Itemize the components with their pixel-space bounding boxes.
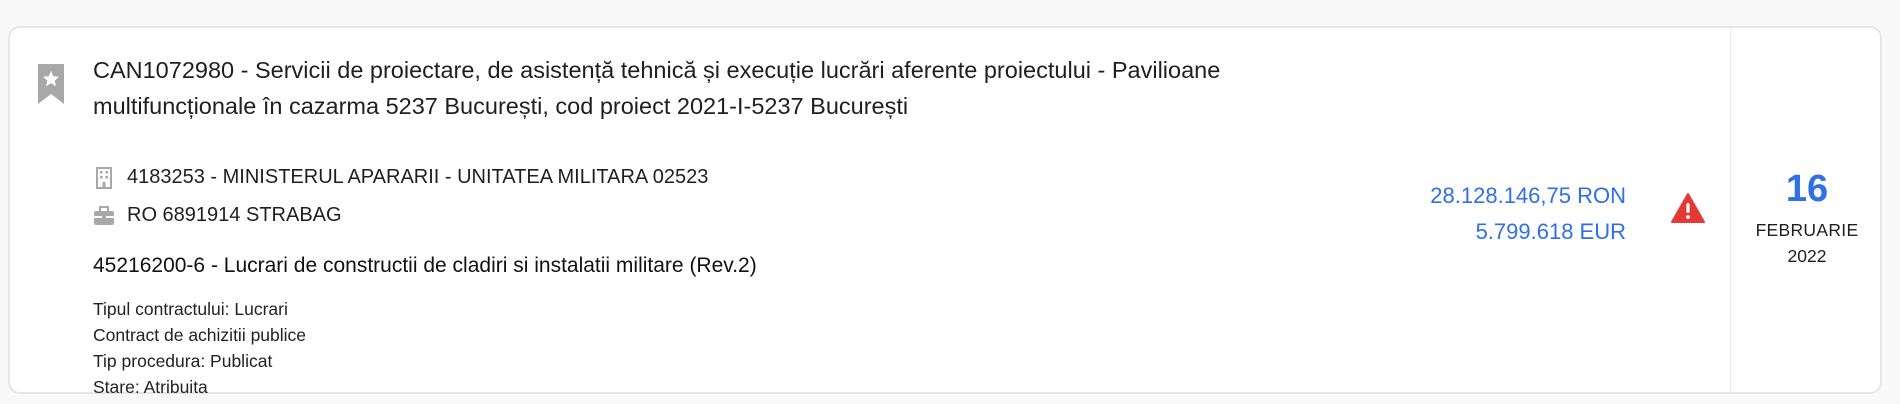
warning-triangle-icon[interactable] xyxy=(1670,192,1706,224)
supplier-name: RO 6891914 STRABAG xyxy=(127,204,342,226)
notice-status: Stare: Atribuita xyxy=(93,377,208,397)
briefcase-icon xyxy=(94,205,114,225)
notice-date: 16 FEBRUARIE 2022 xyxy=(1730,28,1883,392)
notice-title[interactable]: CAN1072980 - Servicii de proiectare, de … xyxy=(93,52,1383,124)
amount-ron: 28.128.146,75 RON xyxy=(1430,183,1626,208)
contract-type: Tipul contractului: Lucrari xyxy=(93,299,288,319)
building-icon xyxy=(96,166,112,189)
procedure-type: Tip procedura: Publicat xyxy=(93,351,273,371)
amount-eur: 5.799.618 EUR xyxy=(1475,219,1626,244)
date-day: 16 xyxy=(1785,168,1829,210)
authority-row: 4183253 - MINISTERUL APARARII - UNITATEA… xyxy=(93,166,708,189)
bookmark-star-icon[interactable] xyxy=(38,64,64,104)
date-month: FEBRUARIE xyxy=(1755,220,1859,240)
contract-value: 28.128.146,75 RON 5.799.618 EUR xyxy=(1430,178,1626,250)
cpv-code: 45216200-6 - Lucrari de constructii de c… xyxy=(93,254,757,277)
contracting-authority: 4183253 - MINISTERUL APARARII - UNITATEA… xyxy=(127,166,709,188)
supplier-row: RO 6891914 STRABAG xyxy=(93,204,342,227)
date-year: 2022 xyxy=(1787,246,1827,266)
notice-meta: Tipul contractului: Lucrari Contract de … xyxy=(93,296,306,400)
contract-kind: Contract de achizitii publice xyxy=(93,325,307,345)
notice-card[interactable]: CAN1072980 - Servicii de proiectare, de … xyxy=(8,26,1883,397)
